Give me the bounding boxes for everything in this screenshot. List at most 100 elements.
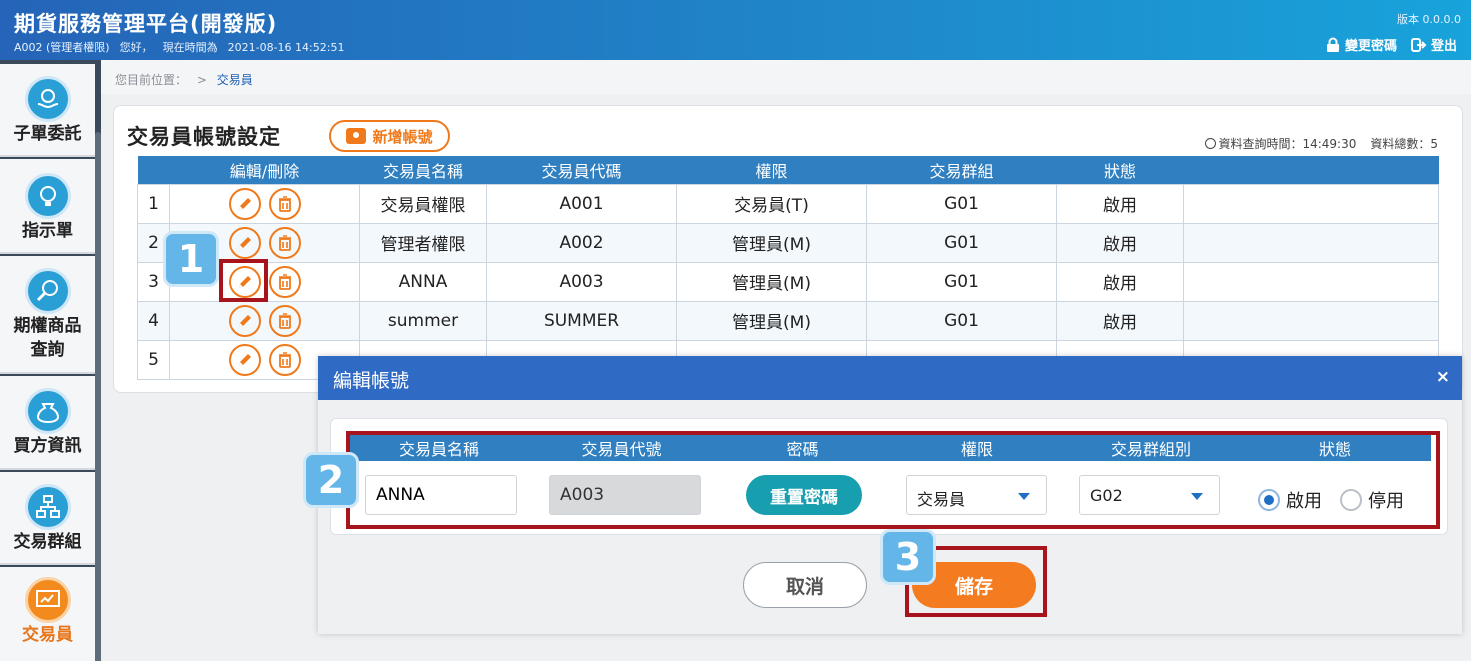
cell-name: 交易員權限 (359, 183, 487, 224)
breadcrumb-separator: > (196, 73, 207, 87)
modal-title: 編輯帳號 (333, 370, 410, 392)
sidebar-item-trade-group[interactable]: 交易群組 (0, 472, 95, 565)
col-header-code: 交易員代碼 (486, 156, 677, 184)
trader-account-panel: 交易員帳號設定 新增帳號 資料查詢時間：14:49:30 資料總數：5 編輯/刪… (113, 105, 1463, 393)
magnifier-icon (24, 268, 71, 314)
sidebar-scrollbar[interactable] (95, 132, 101, 661)
delete-trash-icon[interactable] (268, 226, 301, 259)
cell-blank (1183, 300, 1439, 341)
delete-trash-icon[interactable] (268, 187, 301, 220)
cell-blank (1183, 261, 1439, 302)
sidebar-item-trader[interactable]: 交易員 (0, 567, 95, 661)
cell-blank (1183, 183, 1439, 224)
edit-pencil-icon[interactable] (228, 226, 261, 259)
moneybag-icon (24, 388, 71, 434)
col-header-status: 狀態 (1056, 156, 1184, 184)
cell-role: 管理員(M) (676, 261, 867, 302)
cell-group: G01 (866, 183, 1057, 224)
add-user-icon (346, 128, 367, 144)
highlight-form-box (346, 431, 1440, 529)
table-row: 3 ANNA A003 管理員(M) G01 啟用 (137, 261, 1439, 302)
step-badge-3: 3 (880, 529, 936, 585)
cell-status: 啟用 (1056, 222, 1184, 263)
cell-group: G01 (866, 261, 1057, 302)
user-id: A002 (管理者權限) (14, 41, 110, 54)
cell-status: 啟用 (1056, 183, 1184, 224)
trader-table: 編輯/刪除 交易員名稱 交易員代碼 權限 交易群組 狀態 1 交易員權限 A001 交… (137, 156, 1439, 380)
cell-role: 管理員(M) (676, 300, 867, 341)
highlight-edit-icon-box (219, 259, 268, 302)
sidebar-item-sub-order[interactable]: 子單委託 (0, 64, 95, 157)
edit-pencil-icon[interactable] (228, 187, 261, 220)
cell-role: 管理員(M) (676, 222, 867, 263)
lock-icon (1326, 37, 1339, 52)
col-header-blank (1183, 156, 1439, 184)
change-password-label: 變更密碼 (1344, 39, 1397, 54)
sidebar-item-label: 子單委託 (13, 124, 82, 144)
sidebar-item-instruction[interactable]: 指示單 (0, 159, 95, 254)
query-time: 資料查詢時間：14:49:30 (1205, 135, 1356, 152)
close-icon[interactable]: × (1436, 367, 1450, 387)
add-account-button[interactable]: 新增帳號 (329, 120, 450, 152)
edit-pencil-icon[interactable] (228, 343, 261, 376)
cell-group: G01 (866, 300, 1057, 341)
app-title: 期貨服務管理平台(開發版) (14, 12, 278, 36)
table-row: 1 交易員權限 A001 交易員(T) G01 啟用 (137, 183, 1439, 224)
sidebar-item-label: 交易員 (22, 625, 73, 645)
breadcrumb-current[interactable]: 交易員 (217, 73, 253, 87)
org-chart-icon (24, 484, 71, 530)
col-header-role: 權限 (676, 156, 867, 184)
breadcrumb: 您目前位置： > 交易員 (101, 60, 1471, 94)
top-header: 期貨服務管理平台(開發版) A002 (管理者權限) 您好， 現在時間為 2021-0… (0, 0, 1471, 60)
table-header-row: 編輯/刪除 交易員名稱 交易員代碼 權限 交易群組 狀態 (137, 156, 1439, 184)
row-actions (169, 300, 360, 341)
step-badge-1: 1 (163, 231, 219, 287)
cancel-button[interactable]: 取消 (743, 562, 867, 608)
cell-code: A001 (486, 183, 677, 224)
current-datetime: 2021-08-16 14:52:51 (227, 41, 345, 54)
sidebar-item-product-query[interactable]: 期權商品查詢 (0, 256, 95, 374)
step-badge-2: 2 (303, 452, 359, 508)
monitor-icon (24, 577, 71, 623)
cell-name: 管理者權限 (359, 222, 487, 263)
cell-name: ANNA (359, 261, 487, 302)
col-header-group: 交易群組 (866, 156, 1057, 184)
cell-blank (1183, 222, 1439, 263)
change-password-link[interactable]: 變更密碼 (1325, 35, 1397, 54)
sidebar-item-label: 買方資訊 (13, 436, 82, 456)
row-number: 5 (137, 339, 170, 380)
cell-status: 啟用 (1056, 300, 1184, 341)
table-row: 2 管理者權限 A002 管理員(M) G01 啟用 (137, 222, 1439, 263)
delete-trash-icon[interactable] (268, 343, 301, 376)
user-info: A002 (管理者權限) 您好， 現在時間為 2021-08-16 14:52:51 (14, 39, 354, 55)
sidebar: 子單委託 指示單 期權商品查詢 買方資訊 交易群組 交易員 (0, 60, 101, 661)
greeting: 您好， (119, 41, 153, 54)
edit-pencil-icon[interactable] (228, 304, 261, 337)
breadcrumb-prefix: 您目前位置： (115, 73, 188, 87)
col-header-no (137, 156, 170, 184)
page-title: 交易員帳號設定 (127, 125, 281, 149)
version-label: 版本 0.0.0.0 (1397, 13, 1461, 26)
sidebar-item-label: 交易群組 (13, 532, 82, 552)
logout-icon (1410, 37, 1427, 52)
sidebar-item-buyer-info[interactable]: 買方資訊 (0, 376, 95, 470)
cell-role: 交易員(T) (676, 183, 867, 224)
row-actions (169, 183, 360, 224)
row-number: 4 (137, 300, 170, 341)
cell-code: SUMMER (486, 300, 677, 341)
row-number: 1 (137, 183, 170, 224)
hands-money-icon (24, 76, 71, 122)
delete-trash-icon[interactable] (268, 304, 301, 337)
total-count: 資料總數：5 (1370, 137, 1438, 151)
col-header-name: 交易員名稱 (359, 156, 487, 184)
sidebar-item-label: 期權商品查詢 (13, 316, 82, 360)
sidebar-item-label: 指示單 (22, 221, 73, 241)
cell-status: 啟用 (1056, 261, 1184, 302)
clock-icon (1205, 138, 1217, 149)
logout-link[interactable]: 登出 (1410, 35, 1457, 54)
query-meta: 資料查詢時間：14:49:30 資料總數：5 (1205, 135, 1438, 152)
add-account-label: 新增帳號 (372, 127, 433, 146)
cell-group: G01 (866, 222, 1057, 263)
delete-trash-icon[interactable] (268, 265, 301, 298)
cell-code: A003 (486, 261, 677, 302)
